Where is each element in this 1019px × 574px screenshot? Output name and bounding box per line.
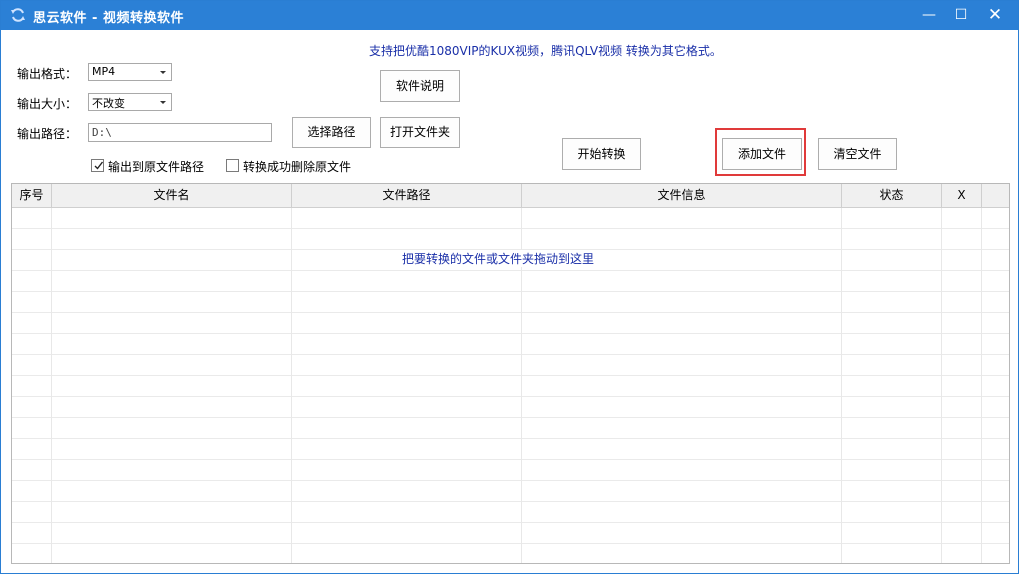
column-divider — [291, 208, 292, 563]
minimize-button[interactable]: — — [912, 1, 946, 30]
checkbox-label: 输出到原文件路径 — [108, 160, 205, 174]
close-button[interactable]: ✕ — [978, 1, 1012, 30]
window-title: 思云软件 - 视频转换软件 — [33, 11, 184, 26]
table-body[interactable]: 把要转换的文件或文件夹拖动到这里 — [12, 208, 1009, 563]
path-label: 输出路径： — [17, 127, 78, 141]
format-select[interactable]: MP4 — [88, 63, 172, 81]
checkbox-box[interactable] — [91, 159, 104, 172]
column-header-status[interactable]: 状态 — [842, 184, 942, 207]
format-label: 输出格式： — [17, 67, 78, 81]
size-label: 输出大小： — [17, 97, 78, 111]
column-header-remove[interactable]: X — [942, 184, 982, 207]
table-row — [12, 334, 1009, 355]
table-row — [12, 481, 1009, 502]
choose-path-button[interactable]: 选择路径 — [292, 117, 371, 148]
support-notice: 支持把优酷1080VIP的KUX视频，腾讯QLV视频 转换为其它格式。 — [369, 44, 722, 58]
drop-hint: 把要转换的文件或文件夹拖动到这里 — [398, 250, 599, 267]
table-row — [12, 397, 1009, 418]
column-divider — [841, 208, 842, 563]
column-divider — [981, 208, 982, 563]
chevron-down-icon — [160, 101, 166, 104]
start-convert-button[interactable]: 开始转换 — [562, 138, 641, 170]
table-row — [12, 355, 1009, 376]
table-row — [12, 418, 1009, 439]
checkbox-box[interactable] — [226, 159, 239, 172]
table-row — [12, 523, 1009, 544]
file-table[interactable]: 序号 文件名 文件路径 文件信息 状态 X 把要转换的文件或文件夹拖动到这里 — [11, 183, 1010, 564]
format-value: MP4 — [92, 65, 116, 78]
output-path-input[interactable] — [88, 123, 272, 142]
help-button[interactable]: 软件说明 — [380, 70, 460, 102]
size-value: 不改变 — [92, 97, 125, 110]
column-divider — [941, 208, 942, 563]
table-row — [12, 229, 1009, 250]
table-row — [12, 460, 1009, 481]
size-select[interactable]: 不改变 — [88, 93, 172, 111]
table-row — [12, 376, 1009, 397]
refresh-icon — [11, 8, 25, 22]
table-row — [12, 439, 1009, 460]
table-row — [12, 271, 1009, 292]
chevron-down-icon — [160, 71, 166, 74]
table-row — [12, 313, 1009, 334]
column-header-filename[interactable]: 文件名 — [52, 184, 292, 207]
column-header-index[interactable]: 序号 — [12, 184, 52, 207]
column-header-fileinfo[interactable]: 文件信息 — [522, 184, 842, 207]
table-row — [12, 208, 1009, 229]
table-row — [12, 544, 1009, 563]
checkmark-icon — [94, 161, 104, 170]
maximize-button[interactable]: ☐ — [944, 1, 978, 30]
table-row — [12, 502, 1009, 523]
column-divider — [51, 208, 52, 563]
table-header: 序号 文件名 文件路径 文件信息 状态 X — [12, 184, 1009, 208]
column-header-filepath[interactable]: 文件路径 — [292, 184, 522, 207]
table-row — [12, 292, 1009, 313]
add-file-highlight — [715, 128, 806, 176]
open-folder-button[interactable]: 打开文件夹 — [380, 117, 460, 148]
checkbox-label: 转换成功删除原文件 — [243, 160, 352, 174]
app-window: 思云软件 - 视频转换软件 — ☐ ✕ 支持把优酷1080VIP的KUX视频，腾… — [0, 0, 1019, 574]
title-bar[interactable]: 思云软件 - 视频转换软件 — ☐ ✕ — [1, 1, 1018, 30]
clear-file-button[interactable]: 清空文件 — [818, 138, 897, 170]
